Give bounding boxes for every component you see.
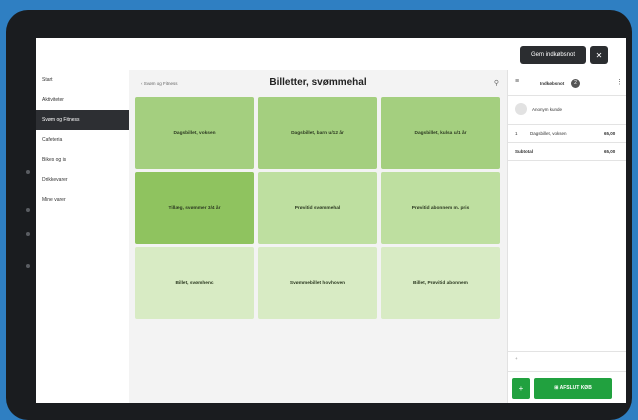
customer-name[interactable]: Anonym kunde bbox=[532, 107, 562, 112]
category-sidebar: Start Aktiviteter Svøm og Fitness Cafete… bbox=[36, 70, 130, 403]
checkout-label: ⊞ AFSLUT KØB bbox=[554, 385, 592, 391]
camera-dot bbox=[26, 170, 30, 174]
divider bbox=[508, 95, 626, 96]
product-tile[interactable]: Svømmebillet hovhoven bbox=[258, 247, 377, 319]
product-tile-label: Prøvitid abonnem m. pris bbox=[411, 205, 470, 211]
total-label: Subtotal bbox=[515, 149, 533, 154]
close-icon: ✕ bbox=[595, 50, 603, 60]
avatar[interactable] bbox=[515, 103, 527, 115]
checkout-button[interactable]: ⊞ AFSLUT KØB bbox=[534, 378, 612, 399]
product-tile[interactable]: Prøvitid abonnem m. pris bbox=[381, 172, 500, 244]
sidebar-item-svom-og-fitness[interactable]: Svøm og Fitness bbox=[36, 110, 129, 130]
product-tile[interactable]: Dagsbillet, barn u/12 år bbox=[258, 97, 377, 169]
product-tile-label: Dagsbillet, barn u/12 år bbox=[291, 130, 344, 136]
product-tile-label: Svømmebillet hovhoven bbox=[289, 280, 346, 286]
line-qty: 1 bbox=[515, 131, 518, 136]
sensor-dot bbox=[26, 208, 30, 212]
cart-title: Indkøbsnot bbox=[540, 81, 565, 86]
product-tile-label: Billet, svømhenc bbox=[175, 280, 214, 286]
divider bbox=[508, 124, 626, 125]
product-tile[interactable]: Billet, Prøvitid abonnem bbox=[381, 247, 500, 319]
product-tile-label: Billet, Prøvitid abonnem bbox=[413, 280, 468, 286]
close-button[interactable]: ✕ bbox=[590, 46, 608, 64]
add-button[interactable]: + bbox=[512, 378, 530, 399]
sensor-dot bbox=[26, 232, 30, 236]
sidebar-item-mine-varer[interactable]: Mine varer bbox=[36, 190, 129, 210]
product-tile-label: Prøvitid svømmehal bbox=[294, 205, 341, 211]
search-icon[interactable]: ⚲ bbox=[494, 79, 499, 87]
divider bbox=[508, 371, 626, 372]
cart-count-badge: 2 bbox=[571, 79, 580, 88]
register-label: Gem indkøbsnot bbox=[530, 52, 576, 58]
divider bbox=[508, 351, 626, 352]
sidebar-item-start[interactable]: Start bbox=[36, 70, 129, 90]
app-screen: Gem indkøbsnot ✕ Start Aktiviteter Svøm … bbox=[36, 38, 626, 403]
sidebar-item-aktiviteter[interactable]: Aktiviteter bbox=[36, 90, 129, 110]
more-icon[interactable]: ⋮ bbox=[616, 78, 623, 86]
sensor-dot bbox=[26, 264, 30, 268]
product-tile-label: Dagsbillet, kulsa u/1 år bbox=[414, 130, 467, 136]
product-area: ‹ Svøm og Fitness Billetter, svømmehal ⚲… bbox=[129, 70, 507, 403]
sidebar-item-drikkevarer[interactable]: Drikkevarer bbox=[36, 170, 129, 190]
menu-icon[interactable]: ≡ bbox=[515, 78, 519, 85]
divider bbox=[508, 142, 626, 143]
sidebar-item-bikes[interactable]: Bikes og is bbox=[36, 150, 129, 170]
register-button[interactable]: Gem indkøbsnot bbox=[520, 46, 586, 64]
product-tile[interactable]: Dagsbillet, kulsa u/1 år bbox=[381, 97, 500, 169]
product-tile-label: Tillæg, svømmer 3/4 år bbox=[168, 205, 221, 211]
divider bbox=[508, 160, 626, 161]
product-tile[interactable]: Dagsbillet, voksen bbox=[135, 97, 254, 169]
product-tile[interactable]: Billet, svømhenc bbox=[135, 247, 254, 319]
cart-panel: ≡ Indkøbsnot 2 ⋮ Anonym kunde 1 Dagsbill… bbox=[507, 70, 626, 403]
product-tile-label: Dagsbillet, voksen bbox=[173, 130, 216, 136]
page-title: Billetter, svømmehal bbox=[269, 77, 367, 88]
plus-icon: + bbox=[518, 384, 524, 393]
total-value: 65,00 bbox=[604, 149, 616, 154]
product-tile[interactable]: Prøvitid svømmehal bbox=[258, 172, 377, 244]
line-name[interactable]: Dagsbillet, voksen bbox=[530, 131, 567, 136]
tablet-frame: Gem indkøbsnot ✕ Start Aktiviteter Svøm … bbox=[6, 10, 632, 420]
note-field[interactable]: + bbox=[515, 356, 518, 361]
top-bar: Gem indkøbsnot ✕ bbox=[36, 38, 626, 70]
sidebar-item-cafeteria[interactable]: Cafeteria bbox=[36, 130, 129, 150]
line-price: 65,00 bbox=[604, 131, 616, 136]
product-tile[interactable]: Tillæg, svømmer 3/4 år bbox=[135, 172, 254, 244]
